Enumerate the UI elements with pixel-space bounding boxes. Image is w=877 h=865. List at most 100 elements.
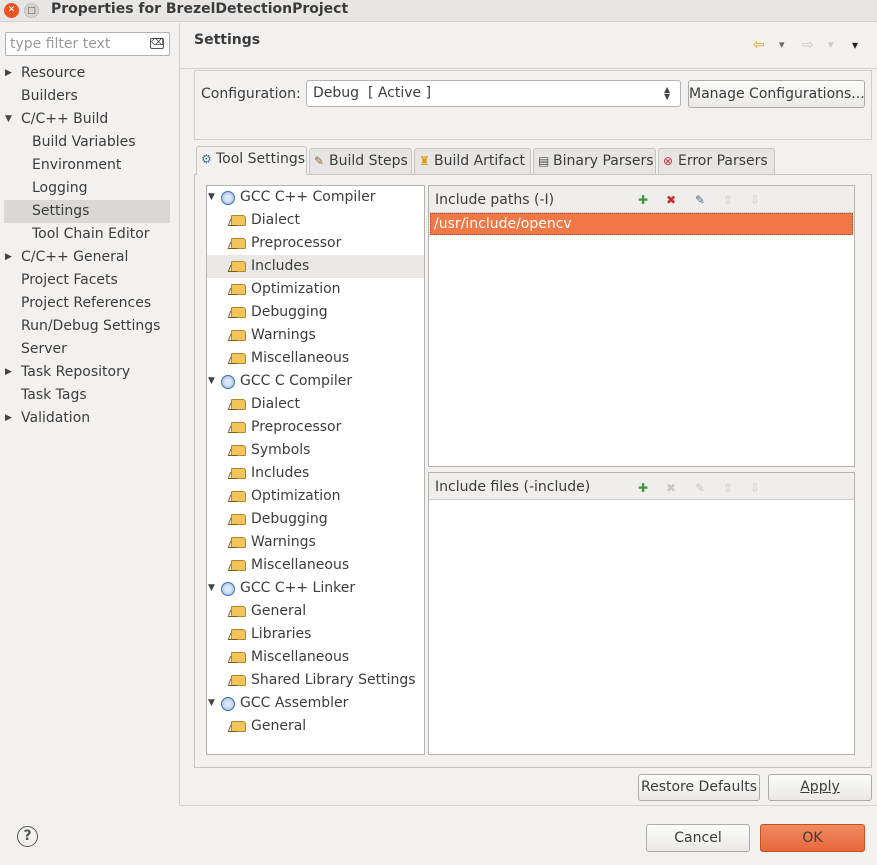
add-icon[interactable]: ✚ xyxy=(635,193,651,207)
nav-item-builders[interactable]: Builders xyxy=(4,85,170,108)
tree-option-row[interactable]: Debugging xyxy=(207,508,424,531)
error-parsers-icon: ⊗ xyxy=(663,154,674,168)
folder-open-icon xyxy=(231,284,246,295)
tool-settings-icon: ⚙ xyxy=(201,152,212,166)
cancel-button[interactable]: Cancel xyxy=(646,824,750,852)
nav-item-label: Task Tags xyxy=(21,387,87,403)
tree-option-row[interactable]: Preprocessor xyxy=(207,232,424,255)
tree-tool-row[interactable]: ▼ GCC C++ Compiler xyxy=(207,186,424,209)
nav-item-task-tags[interactable]: Task Tags xyxy=(4,384,170,407)
nav-item-validation[interactable]: ▶ Validation xyxy=(4,407,170,430)
nav-item-task-repository[interactable]: ▶ Task Repository xyxy=(4,361,170,384)
tree-option-row[interactable]: Preprocessor xyxy=(207,416,424,439)
edit-icon[interactable]: ✎ xyxy=(692,193,708,207)
nav-item-logging[interactable]: Logging xyxy=(4,177,170,200)
tool-icon xyxy=(221,697,235,711)
move-up-icon: ⇧ xyxy=(722,193,734,207)
tab-build-steps[interactable]: ✎ Build Steps xyxy=(309,148,412,174)
ok-button[interactable]: OK xyxy=(760,824,865,852)
nav-item-c-c-build[interactable]: ▼ C/C++ Build xyxy=(4,108,170,131)
binary-parsers-icon: ▤ xyxy=(538,154,550,168)
tree-tool-label: GCC C Compiler xyxy=(240,373,353,389)
nav-item-resource[interactable]: ▶ Resource xyxy=(4,62,170,85)
help-icon[interactable]: ? xyxy=(17,826,38,847)
folder-open-icon xyxy=(231,537,246,548)
collapsed-arrow-icon[interactable]: ▶ xyxy=(5,62,12,85)
tree-option-row[interactable]: Libraries xyxy=(207,623,424,646)
tree-option-row[interactable]: Dialect xyxy=(207,393,424,416)
window-close-button[interactable]: ✕ xyxy=(4,3,19,18)
tree-tool-label: GCC C++ Compiler xyxy=(240,189,376,205)
tree-option-row[interactable]: Debugging xyxy=(207,301,424,324)
tab-build-artifact[interactable]: ♜ Build Artifact xyxy=(414,148,531,174)
folder-open-icon xyxy=(231,652,246,663)
tree-option-row[interactable]: General xyxy=(207,715,424,738)
clear-filter-icon[interactable]: ⌫ xyxy=(150,38,164,49)
add-icon[interactable]: ✚ xyxy=(635,481,651,495)
tab-label: Build Artifact xyxy=(434,153,525,169)
tree-option-row[interactable]: Optimization xyxy=(207,278,424,301)
include-files-panel xyxy=(428,472,855,755)
tab-binary-parsers[interactable]: ▤ Binary Parsers xyxy=(533,148,656,174)
forward-icon: ⇨ xyxy=(802,37,814,53)
window-title: Properties for BrezelDetectionProject xyxy=(51,1,349,17)
tab-error-parsers[interactable]: ⊗ Error Parsers xyxy=(658,148,775,174)
expanded-arrow-icon[interactable]: ▼ xyxy=(208,370,215,393)
back-icon[interactable]: ⇦ xyxy=(753,37,765,53)
collapsed-arrow-icon[interactable]: ▶ xyxy=(5,246,12,269)
nav-item-run-debug-settings[interactable]: Run/Debug Settings xyxy=(4,315,170,338)
tree-option-row[interactable]: Miscellaneous xyxy=(207,646,424,669)
tree-option-row[interactable]: Warnings xyxy=(207,531,424,554)
tab-tool-settings[interactable]: ⚙ Tool Settings xyxy=(196,146,307,175)
tree-option-row[interactable]: Symbols xyxy=(207,439,424,462)
include-paths-title: Include paths (-I) xyxy=(435,192,555,208)
tree-tool-row[interactable]: ▼ GCC C++ Linker xyxy=(207,577,424,600)
nav-item-tool-chain-editor[interactable]: Tool Chain Editor xyxy=(4,223,170,246)
nav-item-project-references[interactable]: Project References xyxy=(4,292,170,315)
delete-icon[interactable]: ✖ xyxy=(663,193,679,207)
list-item[interactable]: /usr/include/opencv xyxy=(430,213,853,235)
nav-item-label: Builders xyxy=(21,88,78,104)
collapsed-arrow-icon[interactable]: ▶ xyxy=(5,361,12,384)
nav-item-c-c-general[interactable]: ▶ C/C++ General xyxy=(4,246,170,269)
nav-item-project-facets[interactable]: Project Facets xyxy=(4,269,170,292)
restore-defaults-button[interactable]: Restore Defaults xyxy=(638,774,760,801)
tree-option-label: Includes xyxy=(251,258,310,274)
window-maximize-button[interactable]: □ xyxy=(24,3,39,18)
folder-open-icon xyxy=(231,629,246,640)
expanded-arrow-icon[interactable]: ▼ xyxy=(208,186,215,209)
nav-item-build-variables[interactable]: Build Variables xyxy=(4,131,170,154)
expanded-arrow-icon[interactable]: ▼ xyxy=(5,108,12,131)
tree-tool-row[interactable]: ▼ GCC C Compiler xyxy=(207,370,424,393)
nav-item-settings[interactable]: Settings xyxy=(4,200,170,223)
back-dropdown-icon[interactable]: ▾ xyxy=(779,37,785,53)
nav-item-label: Validation xyxy=(21,410,91,426)
tree-option-row[interactable]: Dialect xyxy=(207,209,424,232)
tree-option-row[interactable]: General xyxy=(207,600,424,623)
tree-option-label: Miscellaneous xyxy=(251,649,350,665)
tree-option-row[interactable]: Shared Library Settings xyxy=(207,669,424,692)
nav-item-environment[interactable]: Environment xyxy=(4,154,170,177)
tree-tool-row[interactable]: ▼ GCC Assembler xyxy=(207,692,424,715)
nav-item-server[interactable]: Server xyxy=(4,338,170,361)
expanded-arrow-icon[interactable]: ▼ xyxy=(208,577,215,600)
collapsed-arrow-icon[interactable]: ▶ xyxy=(5,407,12,430)
filter-input[interactable] xyxy=(5,32,170,56)
apply-button[interactable]: Apply xyxy=(768,774,872,801)
view-menu-icon[interactable]: ▾ xyxy=(852,37,858,53)
tree-option-row[interactable]: Miscellaneous xyxy=(207,347,424,370)
tree-option-row[interactable]: Warnings xyxy=(207,324,424,347)
move-down-icon: ⇩ xyxy=(749,481,761,495)
tree-option-label: Shared Library Settings xyxy=(251,672,416,688)
expanded-arrow-icon[interactable]: ▼ xyxy=(208,692,215,715)
manage-configurations-button[interactable]: Manage Configurations... xyxy=(688,80,865,108)
tree-option-row[interactable]: Includes xyxy=(207,462,424,485)
tree-option-label: General xyxy=(251,718,307,734)
folder-open-icon xyxy=(231,675,246,686)
tree-option-row[interactable]: Optimization xyxy=(207,485,424,508)
tree-option-row[interactable]: Miscellaneous xyxy=(207,554,424,577)
configuration-select[interactable]: Debug [ Active ] xyxy=(306,80,681,107)
folder-open-icon xyxy=(231,606,246,617)
tree-option-row[interactable]: Includes xyxy=(207,255,424,278)
page-title: Settings xyxy=(194,32,261,48)
